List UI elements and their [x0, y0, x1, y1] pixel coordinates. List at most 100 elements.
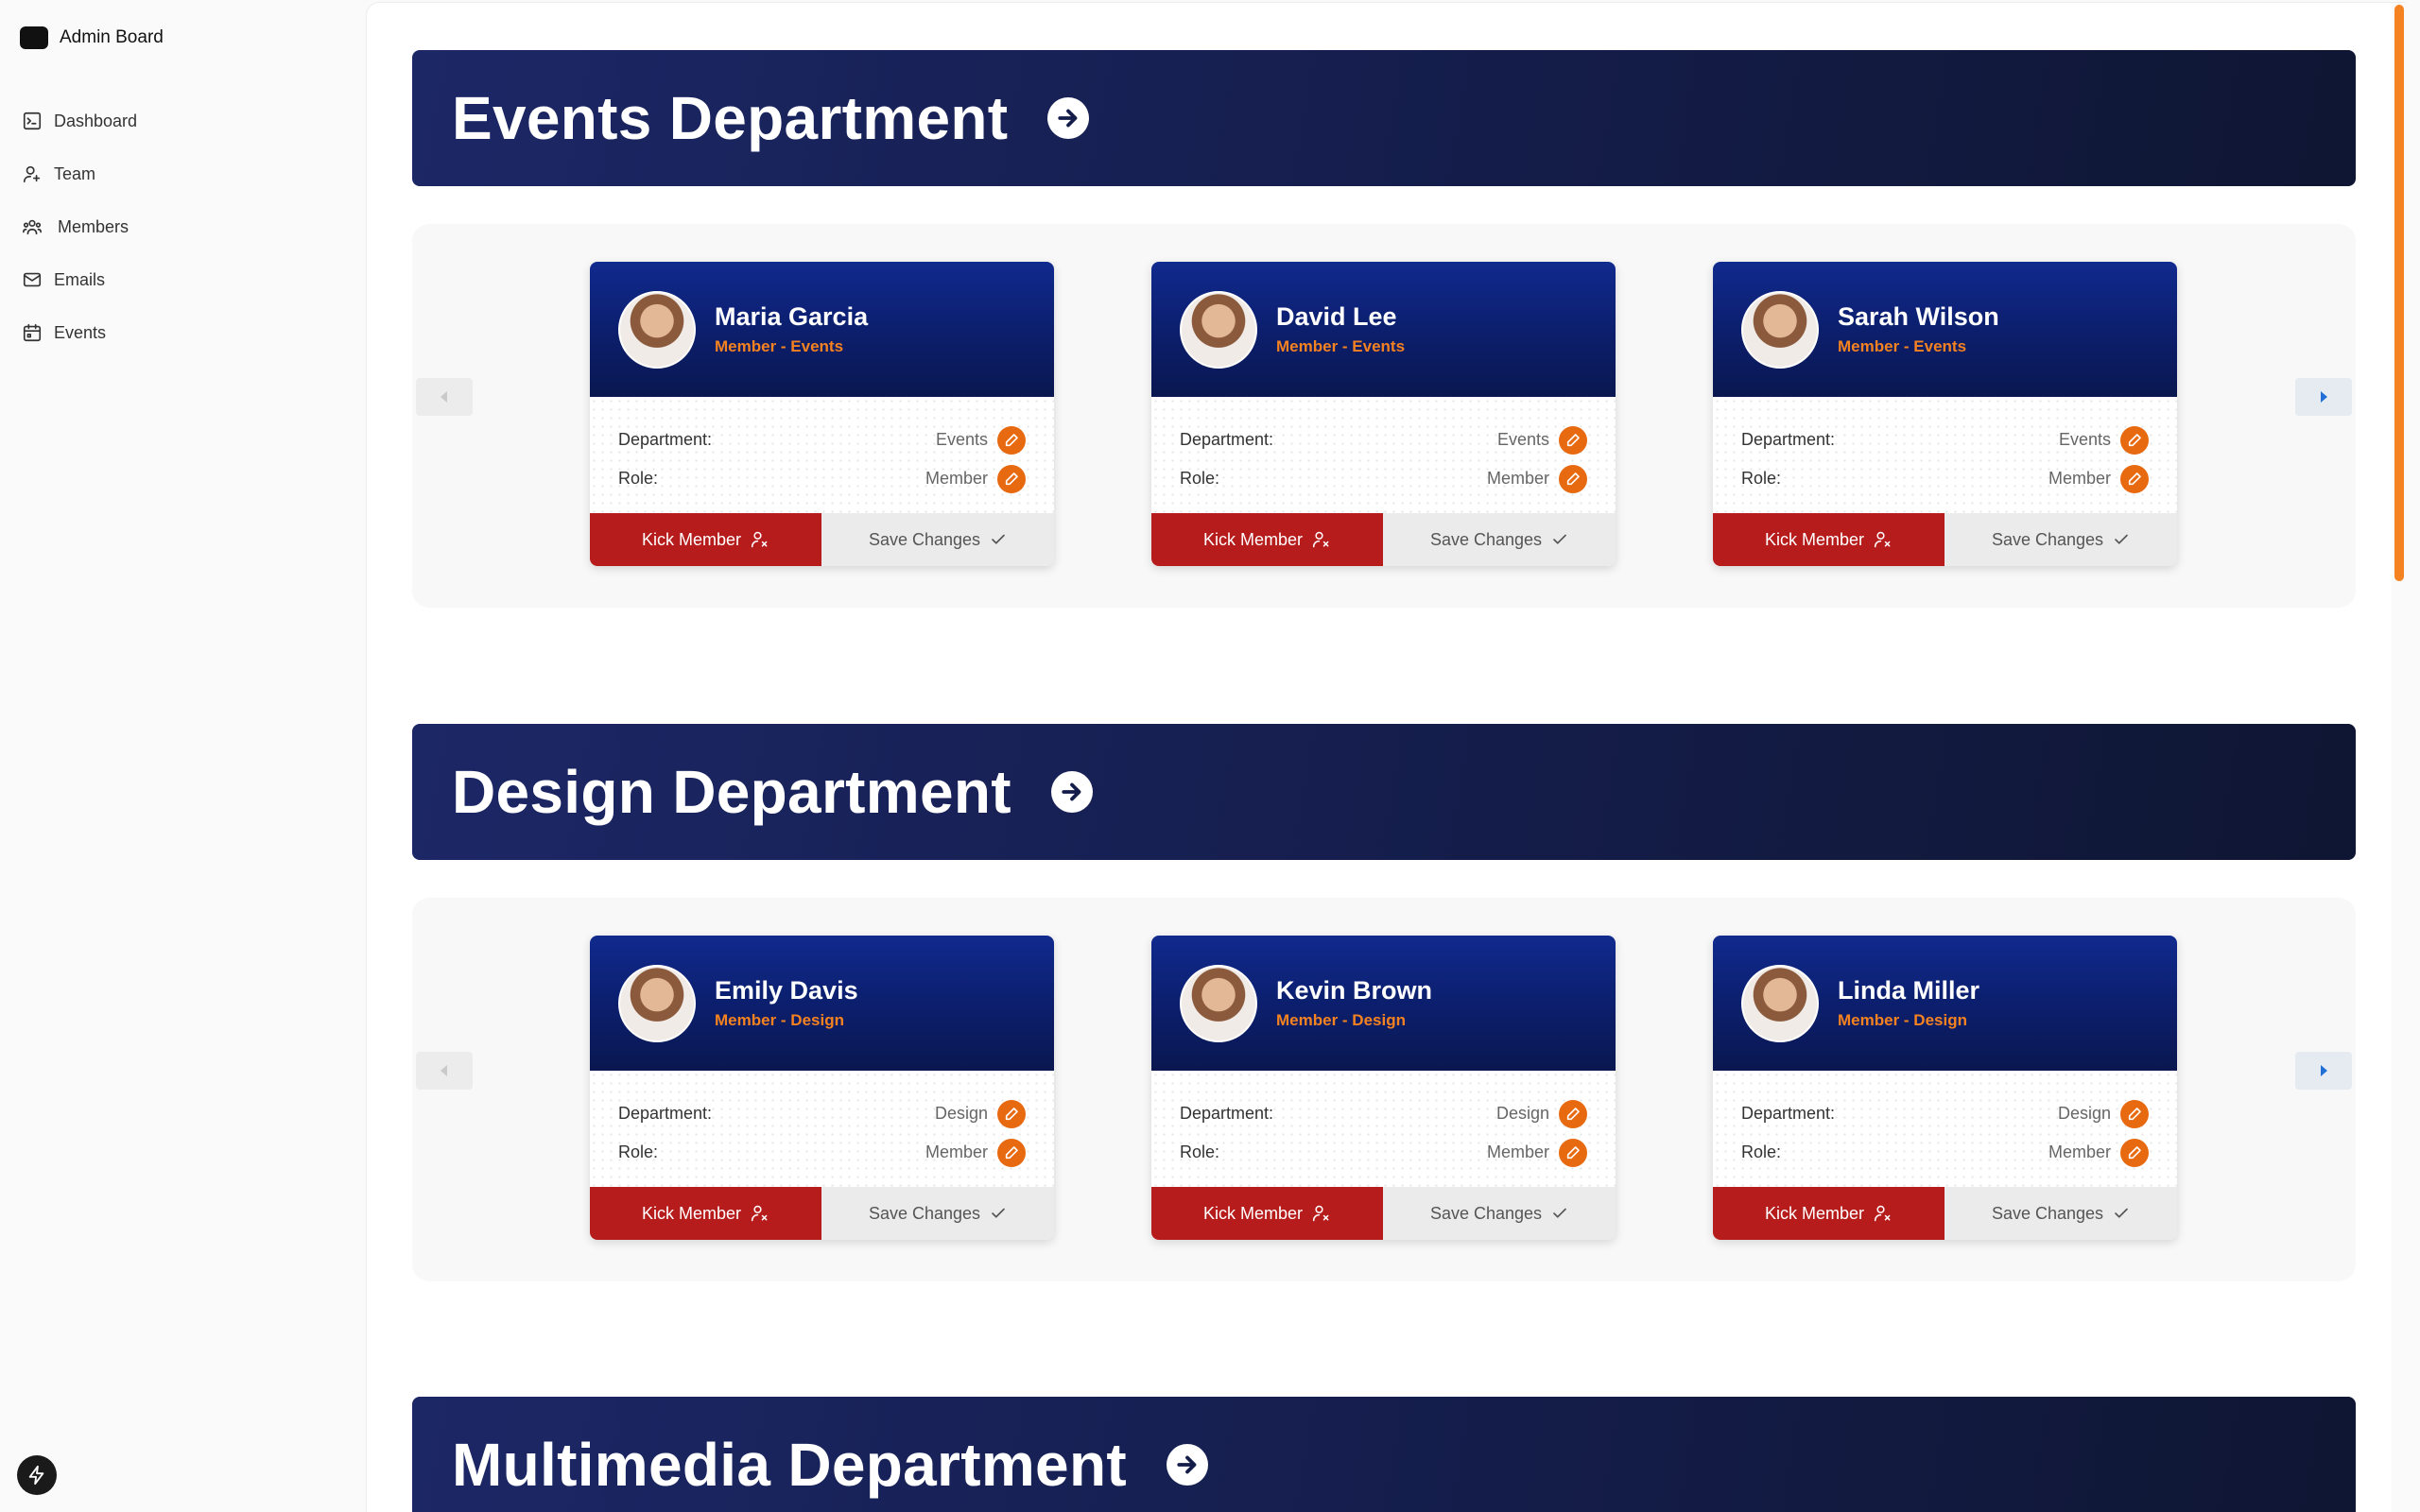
department-value: Events	[1496, 430, 1549, 449]
member-name: David Lee	[1276, 302, 1397, 331]
save-changes-button[interactable]: Save Changes	[1383, 1187, 1616, 1240]
sidebar-item-label: Members	[58, 216, 130, 236]
member-card: Emily Davis Member - Design Department: …	[590, 936, 1054, 1240]
member-name: Linda Miller	[1838, 976, 1980, 1005]
kick-member-label: Kick Member	[641, 529, 742, 549]
role-field: Role: Member	[1741, 459, 2149, 498]
check-icon	[2115, 534, 2128, 544]
scrollbar-thumb[interactable]	[2394, 5, 2404, 581]
member-card: Linda Miller Member - Design Department:…	[1713, 936, 2177, 1240]
mail-icon	[23, 272, 42, 287]
scrollbar[interactable]	[2392, 3, 2406, 1512]
user-remove-icon	[751, 1205, 768, 1222]
quick-action-button[interactable]	[17, 1455, 57, 1495]
save-changes-button[interactable]: Save Changes	[1945, 513, 2177, 566]
check-icon	[992, 1208, 1005, 1218]
sidebar: Admin Board Dashboard Team Members Email…	[0, 0, 365, 1512]
department-title: Multimedia Department	[452, 1431, 1127, 1499]
avatar	[618, 964, 696, 1042]
edit-department-button[interactable]	[997, 425, 1026, 455]
edit-department-button[interactable]	[1559, 425, 1587, 455]
member-name: Kevin Brown	[1276, 976, 1433, 1005]
carousel-next-button[interactable]	[2295, 1052, 2352, 1090]
caret-right-icon	[2321, 1065, 2327, 1076]
carousel-next-button[interactable]	[2295, 378, 2352, 416]
avatar	[618, 290, 696, 369]
pencil-icon	[1566, 472, 1580, 485]
department-banner: Events Department	[412, 50, 2356, 186]
department-field: Department: Design	[1180, 1094, 1587, 1133]
kick-member-button[interactable]: Kick Member	[1713, 513, 1945, 566]
carousel-prev-button[interactable]	[416, 1052, 473, 1090]
arrow-right-icon	[1177, 1455, 1197, 1474]
open-department-button[interactable]	[1166, 1444, 1208, 1486]
member-carousel: Maria Garcia Member - Events Department:…	[412, 224, 2356, 608]
kick-member-button[interactable]: Kick Member	[590, 1187, 821, 1240]
save-changes-button[interactable]: Save Changes	[1383, 513, 1616, 566]
member-subtitle: Member - Design	[1276, 1011, 1406, 1029]
save-changes-label: Save Changes	[1429, 1203, 1543, 1223]
member-card-actions: Kick Member Save Changes	[590, 513, 1054, 566]
sidebar-item-emails[interactable]: Emails	[0, 253, 365, 306]
edit-department-button[interactable]	[1559, 1099, 1587, 1128]
avatar	[1180, 290, 1257, 369]
department-value: Design	[2057, 1104, 2111, 1123]
member-subtitle: Member - Design	[715, 1011, 844, 1029]
department-label: Department:	[1180, 1104, 1274, 1123]
check-icon	[992, 534, 1005, 544]
department-value: Events	[935, 430, 988, 449]
edit-department-button[interactable]	[2120, 425, 2149, 455]
kick-member-button[interactable]: Kick Member	[1151, 513, 1383, 566]
arrow-right-icon	[1062, 782, 1081, 801]
save-changes-button[interactable]: Save Changes	[821, 513, 1054, 566]
edit-role-button[interactable]	[2120, 1138, 2149, 1167]
department-field: Department: Events	[618, 421, 1026, 459]
carousel-prev-button[interactable]	[416, 378, 473, 416]
department-value: Design	[1495, 1104, 1549, 1123]
arrow-right-icon	[1058, 109, 1078, 128]
department-section: Multimedia Department	[412, 1397, 2356, 1512]
save-changes-button[interactable]: Save Changes	[821, 1187, 1054, 1240]
member-subtitle: Member - Events	[1838, 337, 1967, 355]
sidebar-item-team[interactable]: Team	[0, 147, 365, 200]
pencil-icon	[1005, 433, 1018, 446]
department-label: Department:	[1180, 430, 1274, 449]
save-changes-label: Save Changes	[1429, 529, 1543, 549]
edit-role-button[interactable]	[1559, 464, 1587, 493]
edit-department-button[interactable]	[2120, 1099, 2149, 1128]
member-card-header: David Lee Member - Events	[1151, 262, 1616, 397]
terminal-icon	[23, 112, 42, 130]
member-card-body: Department: Events Role: Member	[1151, 397, 1616, 513]
role-field: Role: Member	[1180, 1133, 1587, 1172]
member-subtitle: Member - Events	[1276, 337, 1406, 355]
kick-member-button[interactable]: Kick Member	[590, 513, 821, 566]
role-label: Role:	[1180, 1143, 1220, 1161]
open-department-button[interactable]	[1050, 771, 1093, 813]
save-changes-label: Save Changes	[868, 529, 981, 549]
kick-member-button[interactable]: Kick Member	[1713, 1187, 1945, 1240]
edit-role-button[interactable]	[997, 1138, 1026, 1167]
member-card-actions: Kick Member Save Changes	[1151, 513, 1616, 566]
role-value: Member	[2048, 469, 2111, 488]
sidebar-item-dashboard[interactable]: Dashboard	[0, 94, 365, 147]
sidebar-item-label: Events	[54, 322, 107, 342]
sidebar-item-label: Team	[54, 163, 96, 183]
member-card-header: Kevin Brown Member - Design	[1151, 936, 1616, 1071]
role-value: Member	[1486, 1143, 1549, 1161]
department-label: Department:	[618, 1104, 713, 1123]
sidebar-item-events[interactable]: Events	[0, 306, 365, 359]
role-label: Role:	[618, 469, 659, 488]
bolt-icon	[28, 1465, 44, 1486]
open-department-button[interactable]	[1047, 97, 1090, 139]
sidebar-item-members[interactable]: Members	[0, 200, 365, 253]
pencil-icon	[1566, 433, 1580, 446]
department-field: Department: Design	[618, 1094, 1026, 1133]
edit-role-button[interactable]	[2120, 464, 2149, 493]
save-changes-button[interactable]: Save Changes	[1945, 1187, 2177, 1240]
department-title: Design Department	[452, 758, 1011, 826]
edit-department-button[interactable]	[997, 1099, 1026, 1128]
edit-role-button[interactable]	[1559, 1138, 1587, 1167]
edit-role-button[interactable]	[997, 464, 1026, 493]
brand[interactable]: Admin Board	[20, 26, 164, 50]
kick-member-button[interactable]: Kick Member	[1151, 1187, 1383, 1240]
